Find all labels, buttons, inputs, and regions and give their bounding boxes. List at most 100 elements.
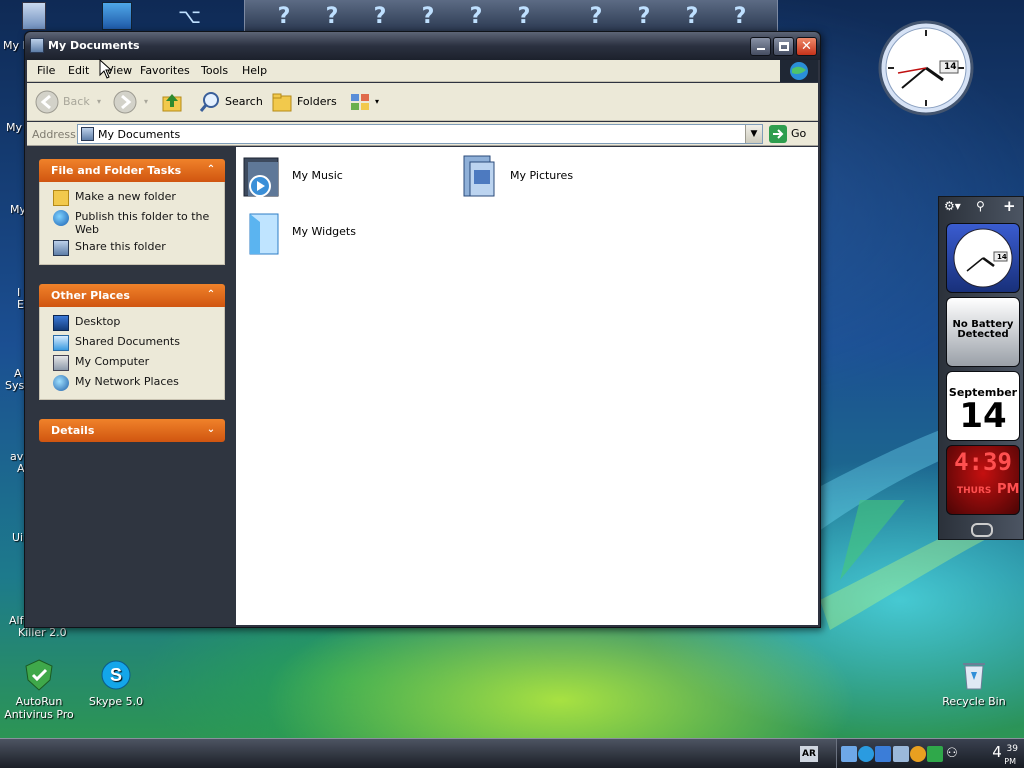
place-desktop[interactable]: Desktop (40, 313, 224, 333)
gear-icon[interactable]: ⚙▾ (944, 199, 961, 213)
chevron-up-icon[interactable]: ⌃ (205, 164, 217, 176)
help-icon[interactable]: ? (585, 4, 607, 29)
tray-display-icon[interactable] (875, 746, 891, 762)
desktop-icon-shortcut-top[interactable] (102, 2, 132, 30)
back-arrow-icon (35, 90, 59, 114)
clock-ampm: PM (1004, 757, 1016, 766)
forward-button[interactable] (113, 90, 139, 114)
folders-button[interactable]: Folders (271, 91, 339, 113)
up-folder-button[interactable] (160, 91, 184, 113)
back-button[interactable]: Back (35, 90, 97, 114)
tray-network-status-icon[interactable]: ⚇ (944, 746, 960, 762)
camera-icon[interactable] (971, 523, 993, 537)
task-label: Make a new folder (75, 190, 176, 203)
panel-header[interactable]: File and Folder Tasks ⌃ (39, 159, 225, 182)
help-icon[interactable]: ? (633, 4, 655, 29)
skype-icon: S (99, 658, 133, 692)
digital-clock-gadget[interactable]: 4:39 THURS PM (946, 445, 1020, 515)
desktop-label[interactable]: Sys (5, 379, 24, 392)
forward-arrow-icon (113, 90, 137, 114)
tray-app-icon[interactable] (841, 746, 857, 762)
search-icon (199, 92, 219, 112)
window-title: My Documents (48, 39, 140, 52)
menu-favorites[interactable]: Favorites (140, 64, 190, 77)
desktop-icon-skype[interactable]: S Skype 5.0 (78, 658, 154, 708)
tray-network-icon[interactable] (893, 746, 909, 762)
file-list: My Music My Pictures My Widgets (236, 147, 818, 625)
clock-minute: 39 (1006, 744, 1018, 754)
help-icon[interactable]: ? (465, 4, 487, 29)
folder-my-widgets[interactable]: My Widgets (240, 208, 440, 258)
search-button[interactable]: Search (199, 91, 263, 113)
minimize-button[interactable] (750, 37, 771, 56)
taskbar-clock[interactable]: 4 39 PM (992, 743, 1018, 766)
place-shared-documents[interactable]: Shared Documents (40, 333, 224, 353)
menu-file[interactable]: File (37, 64, 55, 77)
search-icon[interactable]: ⚲ (976, 199, 985, 213)
shared-documents-icon (53, 335, 69, 351)
close-button[interactable]: ✕ (796, 37, 817, 56)
desktop-label[interactable]: My (6, 121, 22, 134)
desktop-label[interactable]: My I (3, 39, 26, 52)
chevron-up-icon[interactable]: ⌃ (205, 289, 217, 301)
panel-header[interactable]: Other Places ⌃ (39, 284, 225, 307)
panel-body: Desktop Shared Documents My Computer My … (39, 307, 225, 400)
views-button[interactable]: ▾ (349, 91, 385, 113)
back-dropdown-icon[interactable]: ▾ (97, 91, 101, 113)
menu-tools[interactable]: Tools (201, 64, 228, 77)
help-icon[interactable]: ? (273, 4, 295, 29)
task-make-new-folder[interactable]: Make a new folder (40, 188, 224, 208)
maximize-button[interactable] (773, 37, 794, 56)
address-label: Address (32, 128, 76, 141)
tray-sync-icon[interactable] (858, 746, 874, 762)
desktop-icon-documents-top[interactable] (22, 2, 46, 30)
go-button[interactable]: Go (769, 124, 815, 144)
folders-label: Folders (297, 95, 337, 108)
help-icon[interactable]: ? (513, 4, 535, 29)
help-icon[interactable]: ? (321, 4, 343, 29)
plus-icon[interactable]: + (1003, 197, 1016, 215)
panel-header[interactable]: Details ⌄ (39, 419, 225, 442)
folder-my-pictures[interactable]: My Pictures (458, 152, 658, 202)
svg-text:S: S (110, 665, 122, 685)
address-dropdown-button[interactable]: ▼ (745, 125, 762, 143)
clock-gadget[interactable]: 14 (876, 18, 976, 118)
sidebar-clock-gadget[interactable]: 14 (946, 223, 1020, 293)
help-icon[interactable]: ? (729, 4, 751, 29)
widgets-folder-icon (249, 213, 279, 255)
title-bar[interactable]: My Documents ✕ (25, 32, 820, 60)
language-indicator[interactable]: AR (800, 746, 818, 762)
chevron-down-icon[interactable]: ⌄ (205, 424, 217, 436)
share-icon (53, 240, 69, 256)
menu-help[interactable]: Help (242, 64, 267, 77)
new-folder-icon (53, 190, 69, 206)
desktop-icon-autorun[interactable]: AutoRun Antivirus Pro (1, 658, 77, 721)
tray-ball-icon[interactable] (910, 746, 926, 762)
place-my-network-places[interactable]: My Network Places (40, 373, 224, 393)
up-folder-icon (162, 94, 182, 112)
desktop-label[interactable]: E (17, 298, 24, 311)
address-input[interactable]: My Documents ▼ (77, 124, 763, 144)
battery-gadget[interactable]: No Battery Detected (946, 297, 1020, 367)
place-my-computer[interactable]: My Computer (40, 353, 224, 373)
battery-status: No Battery Detected (952, 319, 1014, 340)
computer-icon (53, 355, 69, 371)
forward-dropdown-icon[interactable]: ▾ (144, 91, 148, 113)
views-dropdown-icon: ▾ (375, 97, 380, 106)
task-publish-folder[interactable]: Publish this folder to the Web (40, 208, 224, 238)
desktop-label[interactable]: Ui (12, 531, 23, 544)
my-documents-icon (81, 127, 94, 141)
desktop-icon-network-top[interactable]: ⌥ (178, 4, 206, 30)
menu-edit[interactable]: Edit (68, 64, 89, 77)
calendar-gadget[interactable]: September 14 (946, 371, 1020, 441)
panel-body: Make a new folder Publish this folder to… (39, 182, 225, 265)
tray-shield-icon[interactable] (927, 746, 943, 762)
help-icon[interactable]: ? (369, 4, 391, 29)
help-icon[interactable]: ? (681, 4, 703, 29)
digital-day: THURS (957, 486, 992, 496)
desktop-icon-recycle-bin[interactable]: Recycle Bin (936, 658, 1012, 708)
folder-icon (30, 38, 44, 53)
folder-my-music[interactable]: My Music (240, 152, 440, 202)
task-share-folder[interactable]: Share this folder (40, 238, 224, 258)
help-icon[interactable]: ? (417, 4, 439, 29)
